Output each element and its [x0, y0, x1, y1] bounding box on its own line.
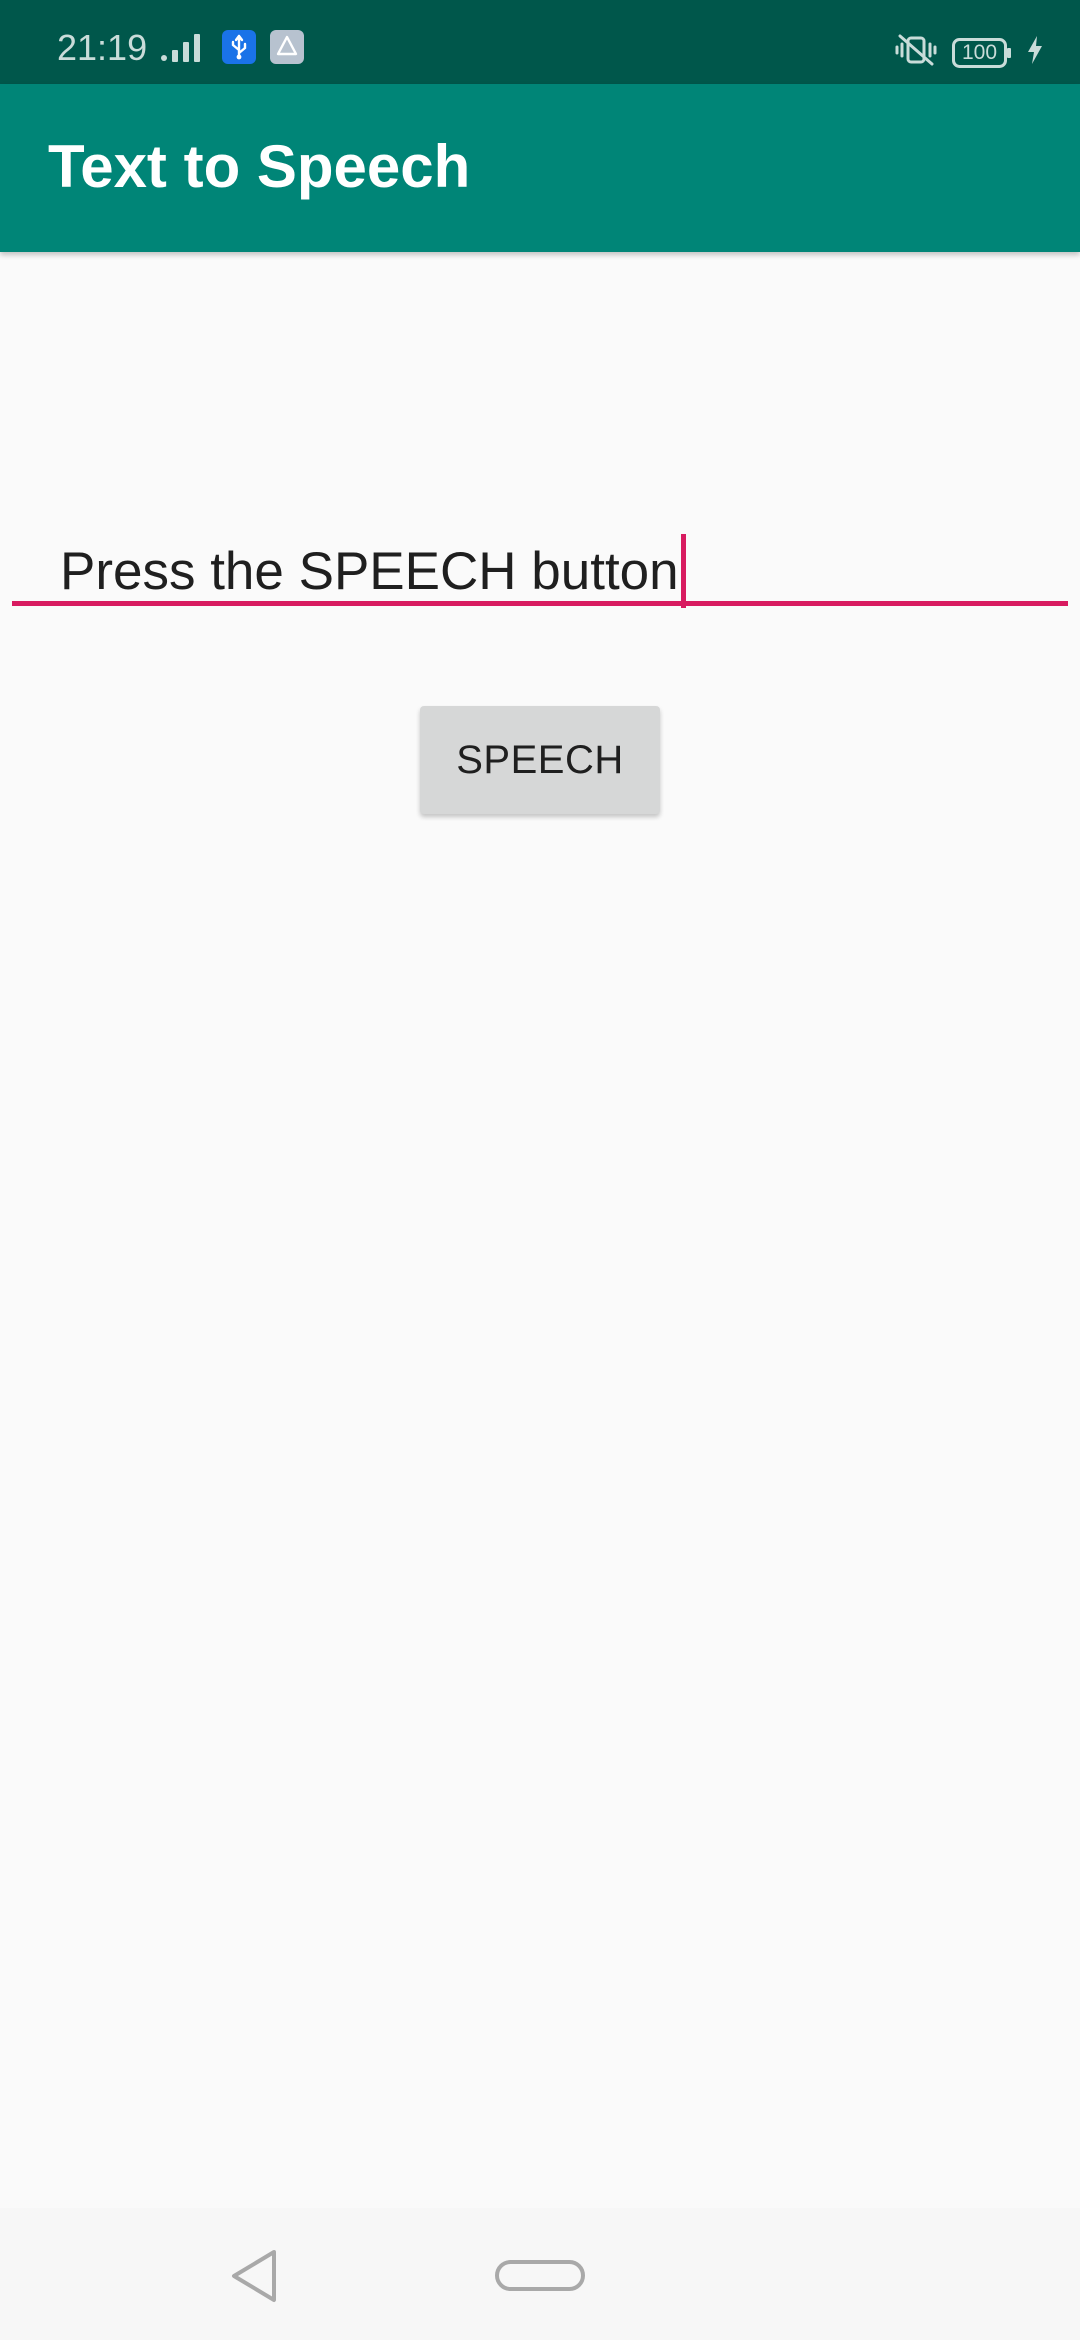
speech-text-value[interactable]: Press the SPEECH button: [60, 534, 686, 608]
charging-icon: [1026, 36, 1044, 69]
battery-level: 100: [961, 40, 998, 64]
vibrate-off-icon: [894, 34, 938, 71]
status-time: 21:19: [57, 27, 148, 68]
usb-icon: [222, 30, 256, 69]
status-right-icons: 100: [894, 34, 1044, 71]
battery-icon: 100: [952, 37, 1012, 68]
nav-bar: [0, 2208, 1080, 2340]
input-underline: [12, 601, 1068, 606]
app-bar: Text to Speech: [0, 84, 1080, 252]
back-icon[interactable]: [228, 2248, 280, 2309]
home-icon[interactable]: [495, 2260, 585, 2297]
input-text: Press the SPEECH button: [60, 541, 679, 601]
app-title: Text to Speech: [48, 133, 471, 200]
drive-icon: [270, 30, 304, 69]
signal-icon: [160, 32, 208, 67]
status-bar: 21:19 100: [0, 0, 1080, 84]
text-cursor: [680, 534, 686, 608]
status-left-icons: [160, 30, 304, 69]
speech-button[interactable]: SPEECH: [420, 706, 660, 814]
speech-text-input[interactable]: Press the SPEECH button: [12, 512, 1068, 608]
